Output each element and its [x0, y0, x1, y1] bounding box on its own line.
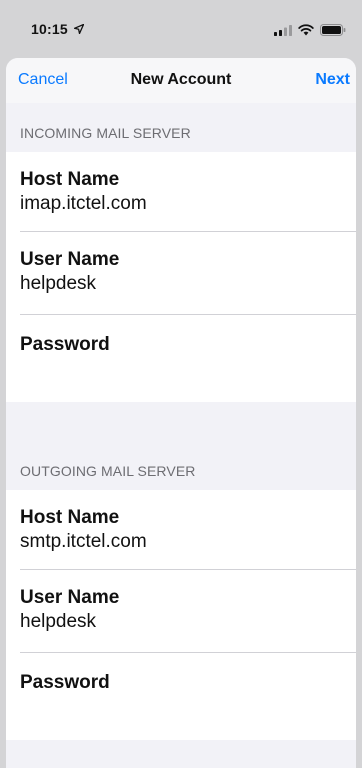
- incoming-password-label: Password: [20, 334, 110, 355]
- location-arrow-icon: [73, 23, 85, 35]
- outgoing-password-row[interactable]: Password: [6, 653, 356, 740]
- page-title: New Account: [130, 71, 232, 88]
- wifi-icon: [298, 24, 314, 36]
- outgoing-host-name-field[interactable]: smtp.itctel.com: [20, 530, 356, 554]
- battery-icon: [320, 24, 346, 36]
- incoming-user-name-field[interactable]: helpdesk: [20, 272, 356, 296]
- outgoing-host-name-row[interactable]: Host Name smtp.itctel.com: [6, 490, 356, 570]
- incoming-host-name-label: Host Name: [20, 169, 120, 190]
- new-account-sheet: Cancel New Account Next INCOMING MAIL SE…: [6, 58, 356, 768]
- incoming-mail-server-group: Host Name imap.itctel.com User Name help…: [6, 152, 356, 402]
- next-button[interactable]: Next: [315, 71, 350, 89]
- outgoing-user-name-row[interactable]: User Name helpdesk: [6, 570, 356, 653]
- incoming-password-row[interactable]: Password: [6, 315, 356, 402]
- incoming-user-name-label: User Name: [20, 249, 120, 270]
- cellular-signal-icon: [274, 24, 292, 36]
- outgoing-mail-server-group: Host Name smtp.itctel.com User Name help…: [6, 490, 356, 740]
- outgoing-user-name-label: User Name: [20, 587, 120, 608]
- outgoing-password-label: Password: [20, 672, 110, 693]
- incoming-host-name-field[interactable]: imap.itctel.com: [20, 192, 356, 216]
- status-icons: [274, 24, 346, 36]
- status-time-text: 10:15: [31, 21, 68, 37]
- status-bar: 10:15: [0, 0, 362, 58]
- incoming-host-name-row[interactable]: Host Name imap.itctel.com: [6, 152, 356, 232]
- incoming-section-header: INCOMING MAIL SERVER: [20, 125, 191, 141]
- outgoing-section-header: OUTGOING MAIL SERVER: [20, 463, 196, 479]
- incoming-user-name-row[interactable]: User Name helpdesk: [6, 232, 356, 315]
- outgoing-user-name-field[interactable]: helpdesk: [20, 610, 356, 634]
- status-time: 10:15: [31, 21, 85, 37]
- navigation-bar: Cancel New Account Next: [6, 58, 356, 103]
- outgoing-host-name-label: Host Name: [20, 507, 120, 528]
